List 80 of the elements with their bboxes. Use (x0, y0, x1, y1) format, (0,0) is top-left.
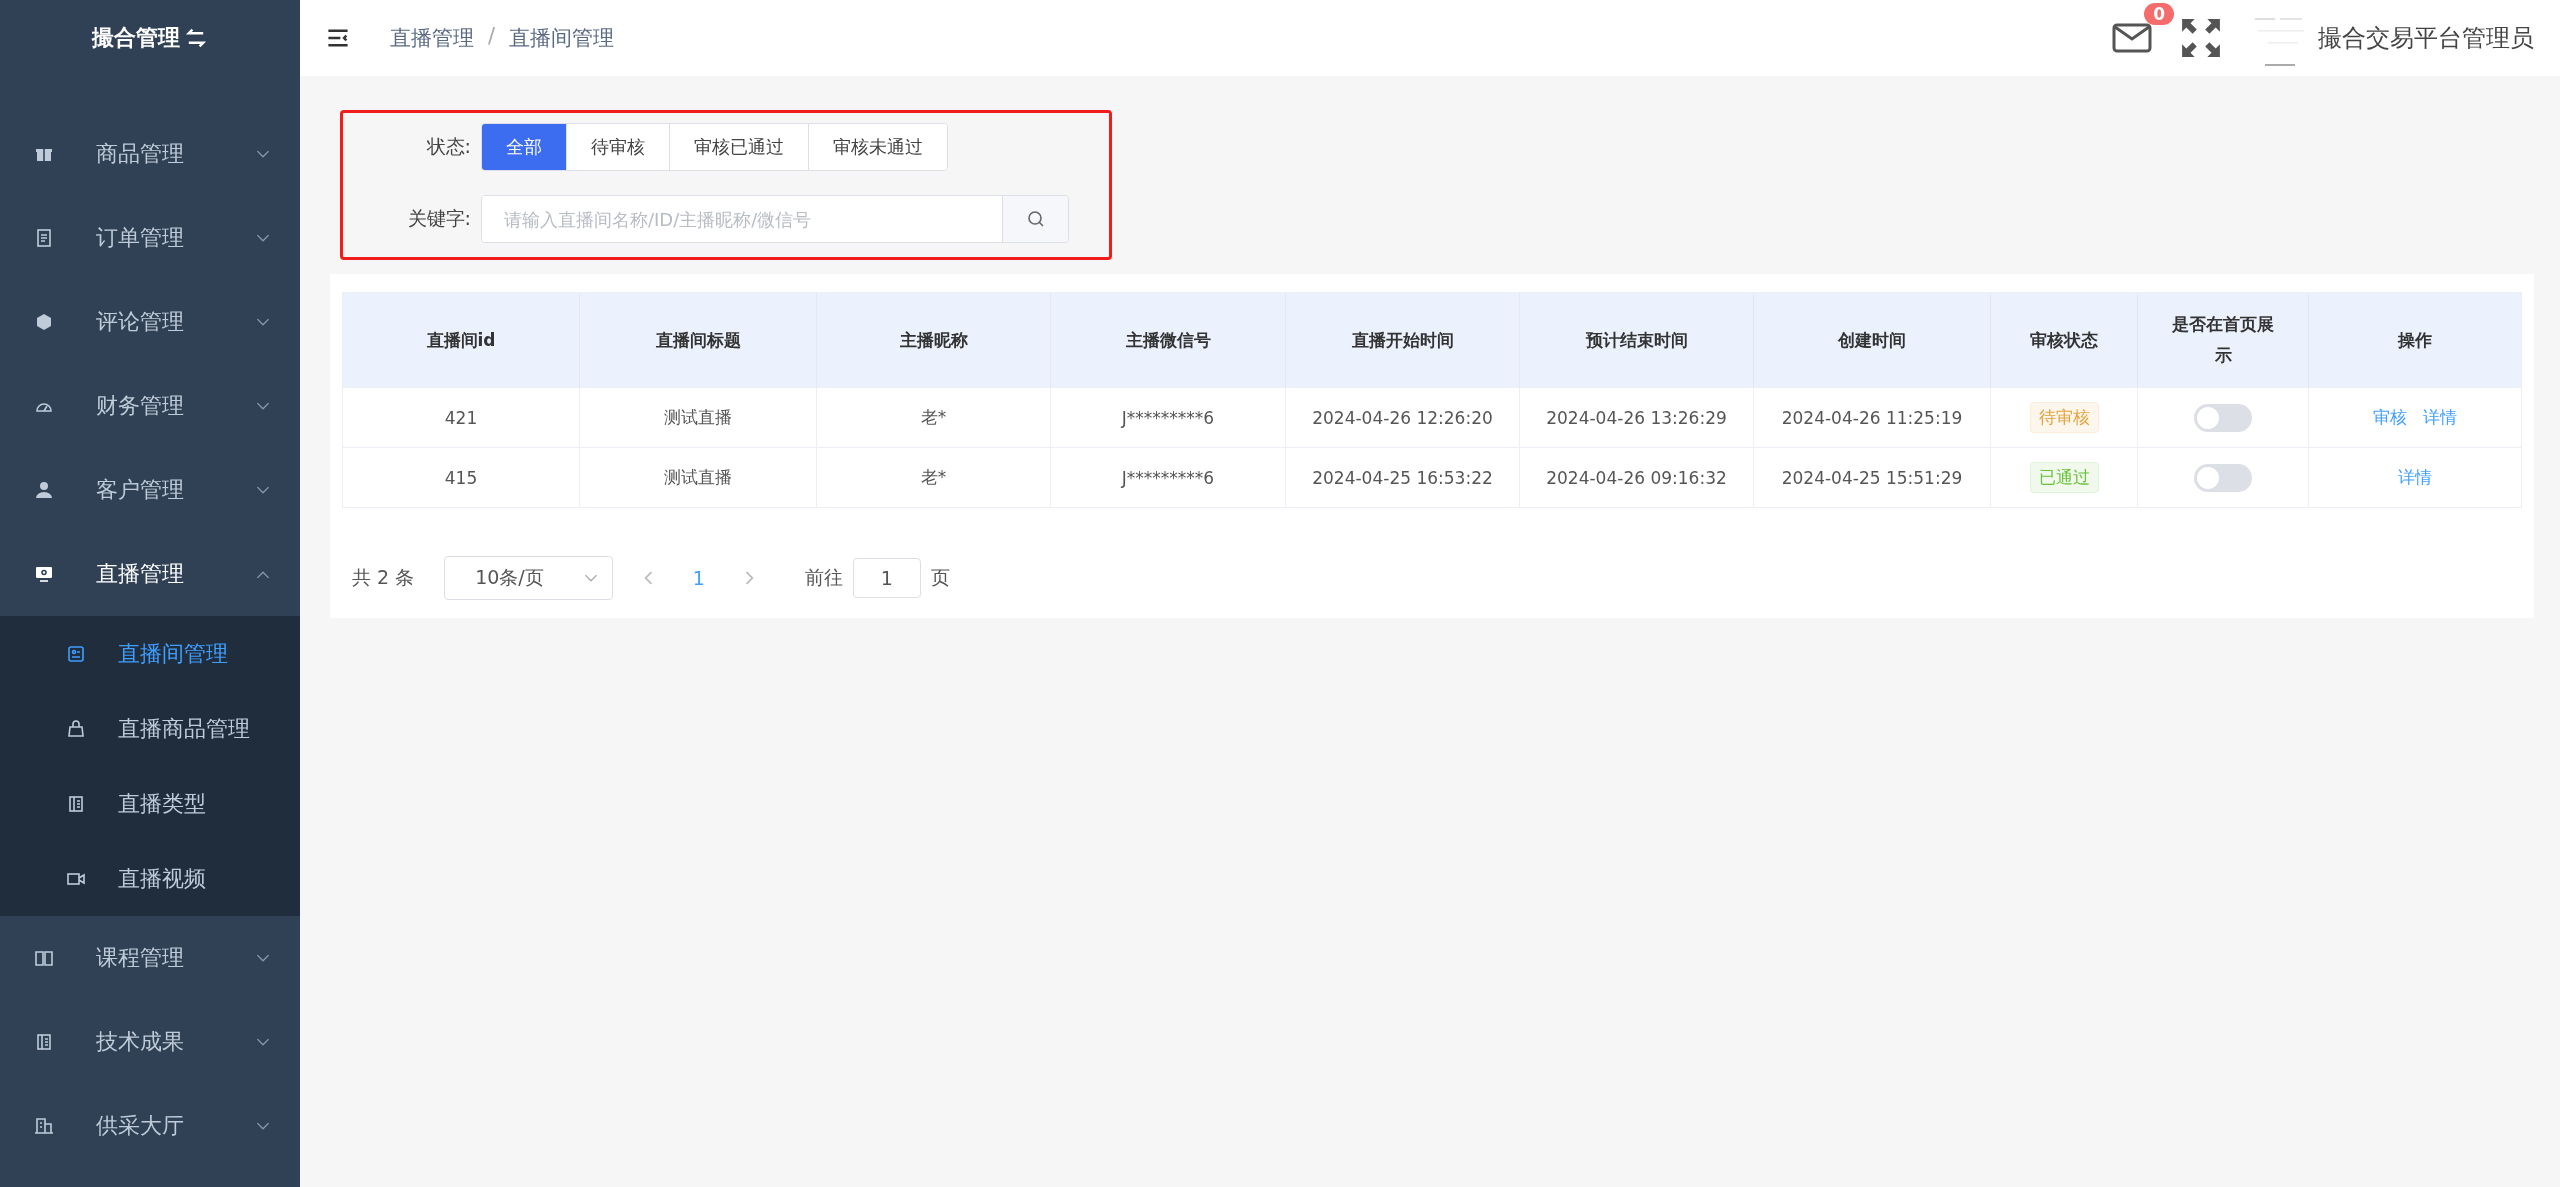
chevron-down-icon (256, 233, 270, 243)
chevron-down-icon (256, 317, 270, 327)
column-header: 主播微信号 (1051, 293, 1286, 387)
table-cell: 测试直播 (664, 406, 732, 429)
chevron-left-icon[interactable] (642, 571, 653, 585)
table-cell: 415 (444, 467, 478, 488)
menu-item[interactable]: 直播管理 (0, 532, 300, 616)
table-cell: 2024-04-25 16:53:22 (1312, 467, 1493, 488)
user-name[interactable]: 撮合交易平台管理员 (2318, 22, 2534, 54)
column-header: 直播开始时间 (1286, 293, 1520, 387)
chevron-down-icon (256, 149, 270, 159)
table-cell: 老* (920, 406, 947, 429)
page-suffix: 页 (930, 565, 950, 590)
table-cell: 2024-04-26 13:26:29 (1546, 407, 1727, 428)
fullscreen-icon[interactable] (2180, 17, 2222, 59)
page-size-select[interactable]: 10条/页 (444, 556, 613, 600)
panel-icon (66, 643, 86, 664)
menu-item[interactable]: 订单管理 (0, 196, 300, 280)
mail-icon[interactable] (2112, 23, 2152, 53)
page-field[interactable]: 1 (852, 558, 921, 598)
table-cell: J*********6 (1121, 407, 1215, 428)
column-header: 审核状态 (1991, 293, 2138, 387)
chevron-down-icon (583, 573, 598, 583)
menu-item[interactable]: 商品管理 (0, 112, 300, 196)
table-cell: 2024-04-26 09:16:32 (1546, 467, 1727, 488)
building-icon (34, 1116, 54, 1136)
chevron-down-icon (256, 953, 270, 963)
table-cell: 2024-04-26 11:25:19 (1781, 407, 1963, 428)
menu-item[interactable]: 客户管理 (0, 448, 300, 532)
table-cell: 2024-04-25 15:51:29 (1781, 467, 1963, 488)
table-cell: 2024-04-26 12:26:20 (1312, 407, 1493, 428)
chevron-right-icon[interactable] (744, 571, 755, 585)
table-cell: J*********6 (1121, 467, 1215, 488)
status-label: 状态: (425, 134, 472, 159)
breadcrumb-item[interactable]: 直播间管理 (509, 24, 615, 52)
column-header: 主播昵称 (817, 293, 1051, 387)
status-tag: 已通过 (2029, 462, 2099, 493)
toggle-switch[interactable] (2194, 463, 2252, 492)
message-count-badge: 0 (2144, 3, 2174, 25)
column-header: 预计结束时间 (1520, 293, 1754, 387)
swap-icon[interactable] (184, 26, 208, 50)
submenu-item[interactable]: 直播商品管理 (0, 691, 300, 766)
chevron-up-icon (256, 569, 270, 579)
bag-icon (66, 718, 86, 739)
keyword-label: 关键字: (406, 206, 472, 231)
breadcrumb-item[interactable]: 直播管理 (390, 24, 474, 52)
menu-item[interactable]: 技术成果 (0, 1000, 300, 1084)
status-tag: 待审核 (2029, 402, 2099, 433)
chevron-down-icon (256, 1121, 270, 1131)
breadcrumb-separator: / (488, 24, 496, 50)
goto-label: 前往 (804, 565, 843, 590)
table-cell: 测试直播 (664, 466, 732, 489)
menu-item[interactable]: 课程管理 (0, 916, 300, 1000)
column-header: 创建时间 (1754, 293, 1991, 387)
table-cell: 老* (920, 466, 947, 489)
toggle-switch[interactable] (2194, 403, 2252, 432)
doc-icon (34, 228, 54, 248)
chevron-down-icon (256, 401, 270, 411)
menu-item[interactable]: 评论管理 (0, 280, 300, 364)
list-icon (34, 1032, 54, 1052)
submenu-item[interactable]: 直播类型 (0, 766, 300, 841)
monitor-icon (34, 564, 54, 584)
column-header: 直播间标题 (580, 293, 817, 387)
chevron-down-icon (256, 1037, 270, 1047)
list-icon (66, 793, 86, 814)
submenu-item[interactable]: 直播间管理 (0, 616, 300, 691)
column-header: 是否在首页展示 (2138, 293, 2309, 387)
status-tab[interactable]: 审核未通过 (808, 124, 947, 170)
total-count: 共 2 条 (352, 565, 415, 590)
table-cell: 421 (444, 407, 478, 428)
column-header: 直播间id (343, 293, 580, 387)
column-header: 操作 (2396, 328, 2433, 352)
menu-item[interactable]: 供采大厅 (0, 1084, 300, 1168)
chevron-down-icon (256, 485, 270, 495)
status-tab[interactable]: 全部 (482, 124, 566, 170)
app-title: 撮合管理 (92, 24, 180, 52)
submenu-item[interactable]: 直播视频 (0, 841, 300, 916)
menu-item[interactable]: 财务管理 (0, 364, 300, 448)
user-icon (34, 480, 54, 500)
book-icon (34, 948, 54, 968)
